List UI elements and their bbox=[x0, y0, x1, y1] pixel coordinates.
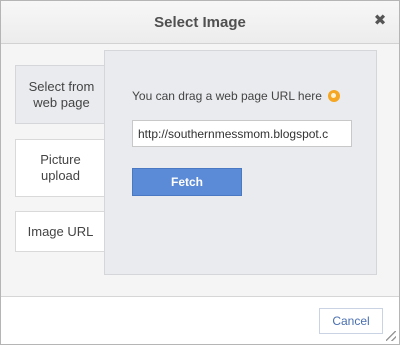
tab-label: Select from web page bbox=[28, 78, 95, 110]
dialog-titlebar[interactable]: Select Image ✖ bbox=[1, 1, 399, 44]
tip-icon bbox=[327, 90, 340, 102]
tab-picture-upload[interactable]: Picture upload bbox=[15, 139, 105, 197]
cancel-button[interactable]: Cancel bbox=[319, 308, 383, 334]
dialog-title: Select Image bbox=[154, 14, 246, 31]
url-input[interactable] bbox=[132, 120, 352, 147]
drag-hint: You can drag a web page URL here bbox=[132, 89, 340, 103]
select-image-dialog: Select Image ✖ Select from web page Pict… bbox=[0, 0, 400, 345]
resize-grip-icon[interactable] bbox=[386, 331, 396, 341]
fetch-button[interactable]: Fetch bbox=[132, 168, 242, 196]
drag-hint-text: You can drag a web page URL here bbox=[132, 89, 322, 103]
tab-image-url[interactable]: Image URL bbox=[15, 211, 105, 252]
dialog-body: Select from web page Picture upload Imag… bbox=[1, 44, 399, 297]
web-page-panel: You can drag a web page URL here Fetch bbox=[104, 50, 377, 275]
tab-label: Picture upload bbox=[40, 152, 81, 183]
tab-label: Image URL bbox=[27, 223, 94, 239]
close-icon[interactable]: ✖ bbox=[373, 13, 387, 29]
tab-select-from-web-page[interactable]: Select from web page bbox=[15, 65, 107, 124]
